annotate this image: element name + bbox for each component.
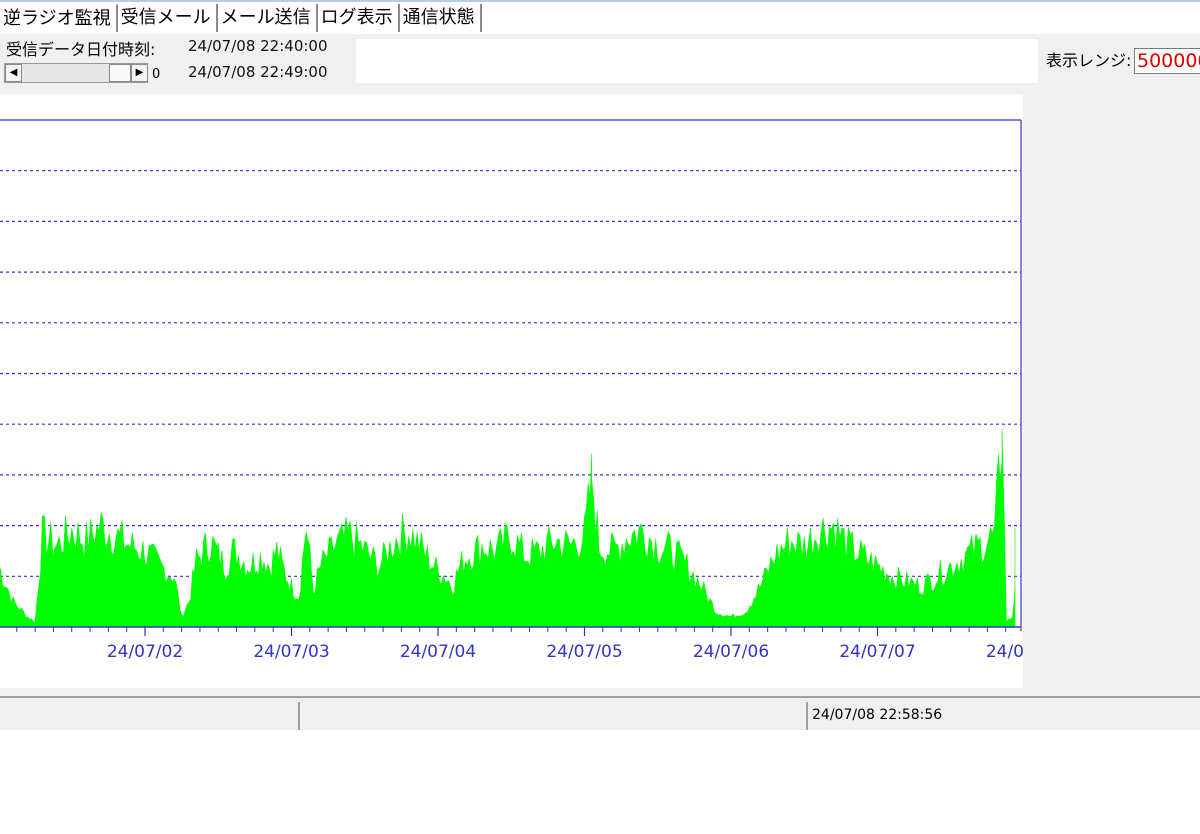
desktop-background xyxy=(0,730,1200,834)
x-tick-label: 24/07/08 xyxy=(986,642,1023,662)
x-tick-label: 24/07/02 xyxy=(107,642,183,662)
display-range-label: 表示レンジ: xyxy=(1046,51,1132,70)
info-display-box xyxy=(356,39,1038,83)
received-datetime-to: 24/07/08 22:49:00 xyxy=(188,63,328,81)
time-scrollbar[interactable]: ◀ ▶ xyxy=(4,63,148,83)
app-window: 逆ラジオ監視 受信メール メール送信 ログ表示 通信状態 受信データ日付時刻: … xyxy=(0,0,1200,834)
tab-bar: 逆ラジオ監視 受信メール メール送信 ログ表示 通信状態 xyxy=(0,4,482,34)
scroll-value: 0 xyxy=(152,67,161,82)
tab-received-mail[interactable]: 受信メール xyxy=(117,4,218,32)
scroll-left-arrow-icon[interactable]: ◀ xyxy=(5,64,22,82)
x-tick-label: 24/07/07 xyxy=(839,642,915,662)
status-datetime: 24/07/08 22:58:56 xyxy=(812,707,943,723)
scroll-thumb[interactable] xyxy=(109,64,131,82)
status-separator xyxy=(298,702,300,730)
window-top-border xyxy=(0,0,1200,2)
received-datetime-label: 受信データ日付時刻: xyxy=(6,40,156,59)
tab-send-mail[interactable]: メール送信 xyxy=(217,4,318,32)
x-tick-label: 24/07/03 xyxy=(253,642,329,662)
tab-log-view[interactable]: ログ表示 xyxy=(317,4,400,32)
x-tick-label: 24/07/06 xyxy=(693,642,769,662)
x-tick-label: 24/07/05 xyxy=(546,642,622,662)
tab-reverse-radio-monitor[interactable]: 逆ラジオ監視 xyxy=(0,4,118,32)
monitor-panel: 受信データ日付時刻: 24/07/08 22:40:00 24/07/08 22… xyxy=(0,34,1200,696)
x-tick-label: 24/07/04 xyxy=(400,642,476,662)
status-separator xyxy=(806,702,808,730)
tab-communication-status[interactable]: 通信状態 xyxy=(399,4,482,32)
display-range-input[interactable]: 500000 xyxy=(1134,48,1200,74)
status-bar: 24/07/08 22:58:56 xyxy=(0,696,1200,730)
traffic-chart: 24/07/02 24/07/03 24/07/04 24/07/05 24/07/06… xyxy=(0,94,1023,688)
scroll-right-arrow-icon[interactable]: ▶ xyxy=(131,64,148,82)
traffic-series-area xyxy=(0,429,1016,628)
traffic-chart-svg: 24/07/02 24/07/03 24/07/04 24/07/05 24/07/06… xyxy=(0,119,1023,662)
received-datetime-from: 24/07/08 22:40:00 xyxy=(188,37,328,55)
